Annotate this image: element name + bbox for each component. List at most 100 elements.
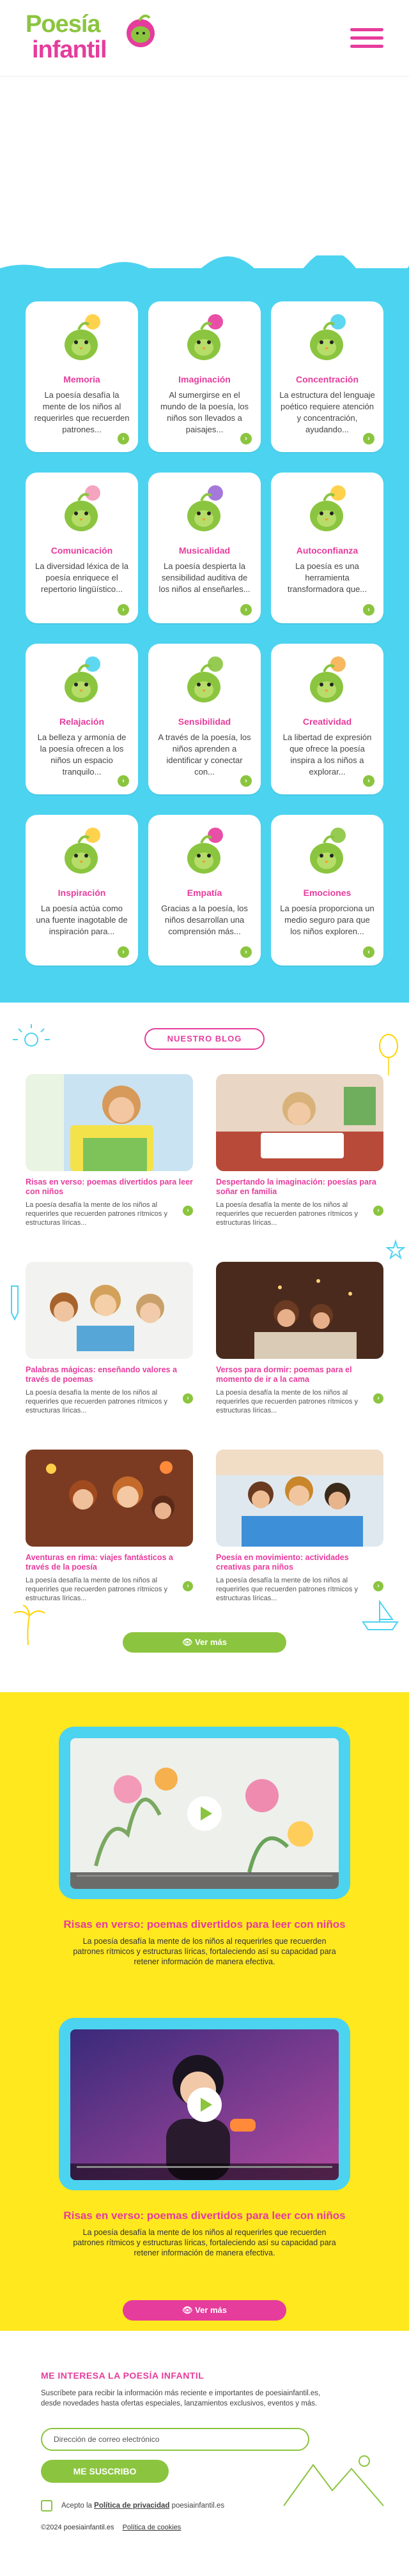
arrow-right-icon[interactable]: › — [240, 775, 252, 787]
benefit-desc: La belleza y armonía de la poesía ofrece… — [37, 732, 127, 777]
arrow-right-icon[interactable]: › — [118, 433, 129, 444]
benefit-title: Autoconfianza — [296, 545, 359, 556]
benefit-title: Imaginación — [178, 374, 231, 384]
post-image[interactable] — [26, 1074, 193, 1171]
arrow-right-icon[interactable]: › — [363, 433, 374, 444]
post-excerpt: La poesía desafía la mente de los niños … — [26, 1389, 167, 1414]
site-logo[interactable]: Poesía infantil — [26, 11, 160, 65]
footer-copyright-row: ©2024 poesiainfantil.es Política de cook… — [41, 2524, 181, 2531]
videos-more-button[interactable]: 👁 Ver más — [123, 2300, 286, 2321]
post-title[interactable]: Versos para dormir: poemas para el momen… — [216, 1365, 383, 1384]
privacy-policy-link[interactable]: Política de privacidad — [94, 2502, 169, 2510]
benefit-title: Musicalidad — [178, 545, 231, 556]
hamburger-menu-icon[interactable] — [350, 28, 383, 49]
video-player[interactable] — [70, 1738, 339, 1889]
benefit-card[interactable]: Memoria La poesía desafía la mente de los… — [26, 301, 138, 452]
arrow-right-icon[interactable]: › — [373, 1581, 383, 1591]
email-field[interactable] — [41, 2428, 309, 2451]
benefit-desc: La poesía actúa como una fuente inagotab… — [36, 904, 128, 936]
arrow-right-icon[interactable]: › — [183, 1206, 193, 1216]
arrow-right-icon[interactable]: › — [363, 775, 374, 787]
newsletter-section: ME INTERESA LA POESÍA INFANTIL Suscríbet… — [0, 2331, 409, 2544]
blog-section: NUESTRO BLOG Risas en verso: poemas dive… — [0, 1003, 409, 1692]
post-title[interactable]: Risas en verso: poemas divertidos para l… — [26, 1178, 193, 1197]
bird-illustration-icon — [279, 644, 376, 714]
benefit-card[interactable]: Emociones La poesía proporciona un medio … — [271, 815, 383, 966]
post-image[interactable] — [26, 1262, 193, 1359]
video-progress-bar[interactable] — [77, 2166, 332, 2168]
benefit-title: Comunicación — [50, 545, 113, 556]
blog-posts-grid: Risas en verso: poemas divertidos para l… — [26, 1074, 383, 1616]
post-image[interactable] — [216, 1450, 383, 1547]
benefit-card[interactable]: Creatividad La libertad de expresión que … — [271, 644, 383, 794]
privacy-checkbox[interactable] — [41, 2500, 52, 2512]
video-player[interactable] — [70, 2029, 339, 2180]
mountains-doodle-icon — [283, 2455, 384, 2506]
site-header: Poesía infantil — [0, 0, 409, 77]
play-button-icon[interactable] — [187, 1796, 222, 1831]
blog-post-card[interactable]: Aventuras en rima: viajes fantásticos a … — [26, 1450, 193, 1616]
arrow-right-icon[interactable]: › — [118, 775, 129, 787]
post-title[interactable]: Aventuras en rima: viajes fantásticos a … — [26, 1553, 193, 1572]
post-image[interactable] — [26, 1450, 193, 1547]
subscribe-button[interactable]: ME SUSCRIBO — [41, 2460, 169, 2483]
bird-illustration-icon — [156, 644, 253, 714]
arrow-right-icon[interactable]: › — [363, 946, 374, 958]
video-progress-bar[interactable] — [77, 1875, 332, 1877]
pencil-doodle-icon — [11, 1285, 19, 1321]
post-title[interactable]: Despertando la imaginación: poesías para… — [216, 1178, 383, 1197]
arrow-right-icon[interactable]: › — [373, 1206, 383, 1216]
benefit-card[interactable]: Imaginación Al sumergirse en el mundo de … — [148, 301, 261, 452]
logo-text-line2: infantil — [32, 36, 107, 63]
video-controls-bar[interactable] — [70, 1872, 339, 1889]
post-title[interactable]: Poesía en movimiento: actividades creati… — [216, 1553, 383, 1572]
benefit-card[interactable]: Comunicación La diversidad léxica de la p… — [26, 473, 138, 623]
blog-more-label: Ver más — [195, 1637, 227, 1647]
play-button-icon[interactable] — [187, 2087, 222, 2122]
post-image[interactable] — [216, 1074, 383, 1171]
post-title[interactable]: Palabras mágicas: enseñando valores a tr… — [26, 1365, 193, 1384]
benefit-desc: La poesía proporciona un medio seguro pa… — [280, 904, 374, 936]
blog-post-card[interactable]: Palabras mágicas: enseñando valores a tr… — [26, 1262, 193, 1428]
bird-illustration-icon — [33, 644, 130, 714]
arrow-right-icon[interactable]: › — [118, 604, 129, 616]
blog-more-button[interactable]: 👁 Ver más — [123, 1632, 286, 1653]
benefit-card[interactable]: Empatía Gracias a la poesía, los niños de… — [148, 815, 261, 966]
cookies-policy-link[interactable]: Política de cookies — [123, 2524, 181, 2531]
arrow-right-icon[interactable]: › — [183, 1393, 193, 1404]
post-excerpt: La poesía desafía la mente de los niños … — [26, 1577, 167, 1602]
benefits-grid: Memoria La poesía desafía la mente de los… — [26, 301, 383, 966]
arrow-right-icon[interactable]: › — [118, 946, 129, 958]
arrow-right-icon[interactable]: › — [183, 1581, 193, 1591]
benefit-title: Memoria — [63, 374, 100, 384]
privacy-consent: Acepto la Política de privacidad poesiai… — [41, 2500, 224, 2512]
arrow-right-icon[interactable]: › — [240, 946, 252, 958]
arrow-right-icon[interactable]: › — [363, 604, 374, 616]
blog-post-card[interactable]: Poesía en movimiento: actividades creati… — [216, 1450, 383, 1616]
arrow-right-icon[interactable]: › — [373, 1393, 383, 1404]
benefit-title: Emociones — [303, 888, 351, 898]
bird-illustration-icon — [156, 301, 253, 372]
blog-post-card[interactable]: Versos para dormir: poemas para el momen… — [216, 1262, 383, 1428]
arrow-right-icon[interactable]: › — [240, 433, 252, 444]
post-image[interactable] — [216, 1262, 383, 1359]
arrow-right-icon[interactable]: › — [240, 604, 252, 616]
benefit-card[interactable]: Relajación La belleza y armonía de la poe… — [26, 644, 138, 794]
blog-post-card[interactable]: Risas en verso: poemas divertidos para l… — [26, 1074, 193, 1240]
benefit-title: Inspiración — [58, 888, 106, 898]
accept-suffix: poesiainfantil.es — [171, 2502, 225, 2510]
benefit-card[interactable]: Concentración La estructura del lenguaje … — [271, 301, 383, 452]
benefit-card[interactable]: Autoconfianza La poesía es una herramient… — [271, 473, 383, 623]
video-controls-bar[interactable] — [70, 2163, 339, 2180]
bird-illustration-icon — [279, 473, 376, 543]
blog-badge: NUESTRO BLOG — [144, 1028, 265, 1050]
bird-logo-icon — [127, 14, 155, 47]
post-excerpt: La poesía desafía la mente de los niños … — [26, 1201, 167, 1227]
benefit-card[interactable]: Inspiración La poesía actúa como una fuen… — [26, 815, 138, 966]
benefit-card[interactable]: Musicalidad La poesía despierta la sensib… — [148, 473, 261, 623]
benefit-desc: La estructura del lenguaje poético requi… — [279, 390, 375, 434]
logo-text-line1: Poesía — [26, 11, 101, 38]
post-excerpt: La poesía desafía la mente de los niños … — [216, 1201, 358, 1227]
blog-post-card[interactable]: Despertando la imaginación: poesías para… — [216, 1074, 383, 1240]
benefit-card[interactable]: Sensibilidad A través de la poesía, los n… — [148, 644, 261, 794]
